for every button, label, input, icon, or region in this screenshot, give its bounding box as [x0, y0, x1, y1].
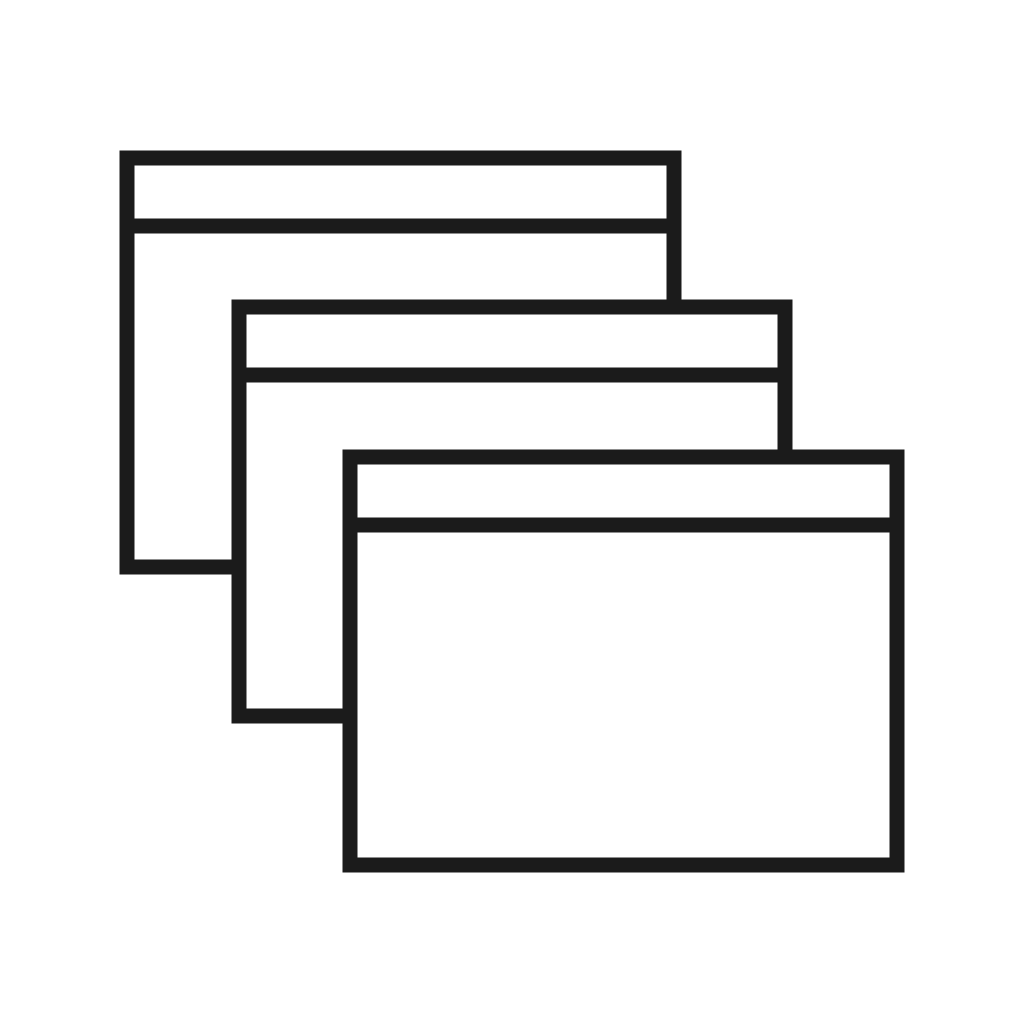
front-window-icon [342, 449, 905, 873]
stacked-windows-svg [119, 150, 905, 873]
icon-canvas [0, 0, 1024, 1024]
stacked-windows-icon [0, 0, 1024, 1024]
